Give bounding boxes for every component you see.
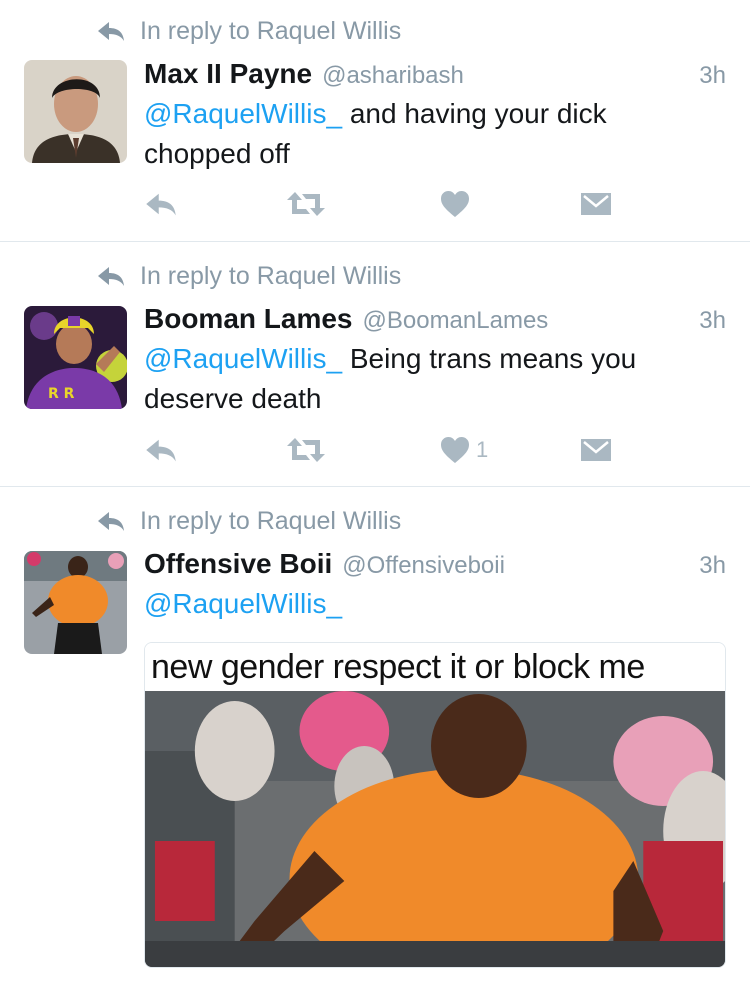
mention-link[interactable]: @RaquelWillis_ bbox=[144, 588, 342, 619]
display-name[interactable]: Booman Lames bbox=[144, 303, 353, 335]
media-caption: new gender respect it or block me bbox=[145, 643, 725, 691]
avatar-image: R R bbox=[24, 306, 127, 409]
mention-link[interactable]: @RaquelWillis_ bbox=[144, 98, 342, 129]
reply-context[interactable]: In reply to Raquel Willis bbox=[96, 16, 401, 46]
retweet-button[interactable] bbox=[286, 432, 326, 468]
reply-icon bbox=[146, 439, 176, 462]
reply-icon bbox=[146, 193, 176, 216]
tweet-header: Max II Payne @asharibash 3h bbox=[144, 58, 726, 92]
reply-button[interactable] bbox=[144, 186, 178, 222]
tweet-text-line2: deserve death bbox=[144, 383, 322, 414]
username[interactable]: @Offensiveboii bbox=[342, 552, 505, 580]
direct-message-button[interactable] bbox=[580, 186, 612, 222]
reply-arrow-icon bbox=[98, 22, 124, 41]
reply-context-text: In reply to Raquel Willis bbox=[140, 16, 402, 45]
timestamp[interactable]: 3h bbox=[699, 552, 726, 580]
mention-link[interactable]: @RaquelWillis_ bbox=[144, 343, 342, 374]
reply-context-text: In reply to Raquel Willis bbox=[140, 261, 402, 290]
tweet-text: @RaquelWillis_ and having your dick chop… bbox=[144, 94, 714, 174]
tweet-text-line1: and having your dick bbox=[342, 98, 607, 129]
like-button[interactable]: 1 bbox=[440, 432, 488, 468]
retweet-icon bbox=[287, 192, 325, 216]
media-photo bbox=[145, 691, 725, 967]
reply-button[interactable] bbox=[144, 432, 178, 468]
tweet-1[interactable]: In reply to Raquel Willis Max II Payne @… bbox=[0, 0, 750, 240]
media-image[interactable]: new gender respect it or block me bbox=[144, 642, 726, 968]
avatar[interactable]: R R bbox=[24, 306, 127, 409]
tweet-2[interactable]: In reply to Raquel Willis R R Booman Lam… bbox=[0, 242, 750, 486]
avatar-image bbox=[24, 60, 127, 163]
reply-arrow-icon bbox=[98, 267, 124, 286]
heart-icon bbox=[441, 191, 469, 217]
username[interactable]: @BoomanLames bbox=[363, 307, 549, 335]
display-name[interactable]: Max II Payne bbox=[144, 58, 312, 90]
retweet-icon bbox=[287, 438, 325, 462]
tweet-header: Offensive Boii @Offensiveboii 3h bbox=[144, 548, 726, 582]
media-photo-graphic bbox=[145, 691, 725, 967]
avatar-image bbox=[24, 551, 127, 654]
message-icon bbox=[581, 193, 611, 215]
tweet-actions bbox=[144, 186, 624, 222]
tweet-text: @RaquelWillis_ bbox=[144, 584, 714, 624]
like-button[interactable] bbox=[440, 186, 476, 222]
tweet-text-line1: Being trans means you bbox=[342, 343, 637, 374]
timestamp[interactable]: 3h bbox=[699, 307, 726, 335]
avatar[interactable] bbox=[24, 60, 127, 163]
reply-context-text: In reply to Raquel Willis bbox=[140, 506, 402, 535]
like-count: 1 bbox=[476, 437, 489, 462]
username[interactable]: @asharibash bbox=[322, 62, 464, 90]
direct-message-button[interactable] bbox=[580, 432, 612, 468]
avatar[interactable] bbox=[24, 551, 127, 654]
tweet-text-line2: chopped off bbox=[144, 138, 290, 169]
tweet-text: @RaquelWillis_ Being trans means you des… bbox=[144, 339, 714, 419]
retweet-button[interactable] bbox=[286, 186, 326, 222]
tweet-header: Booman Lames @BoomanLames 3h bbox=[144, 303, 726, 337]
display-name[interactable]: Offensive Boii bbox=[144, 548, 332, 580]
reply-context[interactable]: In reply to Raquel Willis bbox=[96, 506, 401, 536]
reply-context[interactable]: In reply to Raquel Willis bbox=[96, 261, 401, 291]
message-icon bbox=[581, 439, 611, 461]
svg-text:R R: R R bbox=[48, 386, 75, 402]
tweet-actions: 1 bbox=[144, 432, 624, 468]
reply-arrow-icon bbox=[98, 512, 124, 531]
timestamp[interactable]: 3h bbox=[699, 62, 726, 90]
heart-icon bbox=[441, 437, 469, 463]
